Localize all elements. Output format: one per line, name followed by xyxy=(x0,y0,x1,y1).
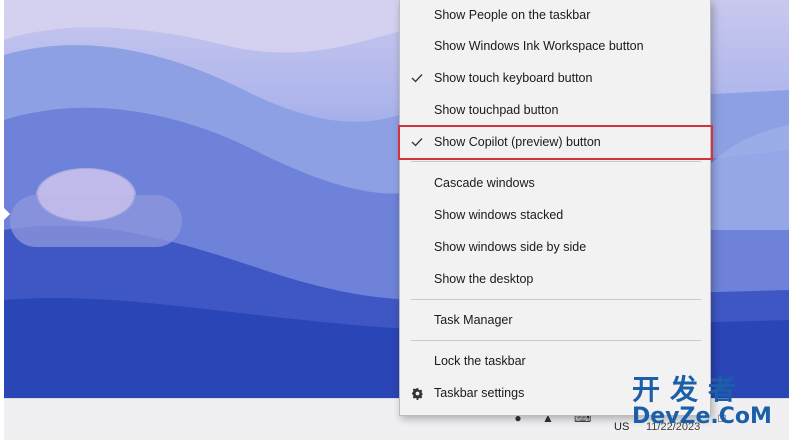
menu-separator xyxy=(411,340,701,341)
menu-item-label: Task Manager xyxy=(434,313,513,327)
menu-item-label: Show touch keyboard button xyxy=(434,71,593,85)
watermark-chinese: 开发者 xyxy=(632,373,747,406)
menu-item-label: Show Copilot (preview) button xyxy=(434,135,601,149)
menu-item-cascade-windows[interactable]: Cascade windows xyxy=(400,168,710,198)
menu-item-label: Show Windows Ink Workspace button xyxy=(434,39,644,53)
desktop-screen: ● ▲ ⌨ US 11/22/2023 □ Show People on the… xyxy=(0,0,789,440)
menu-item-windows-side-by-side[interactable]: Show windows side by side xyxy=(400,232,710,262)
menu-item-label: Taskbar settings xyxy=(434,386,525,400)
menu-item-show-people[interactable]: Show People on the taskbar xyxy=(400,0,710,30)
menu-item-show-touchpad[interactable]: Show touchpad button xyxy=(400,95,710,125)
menu-item-show-ink-workspace[interactable]: Show Windows Ink Workspace button xyxy=(400,31,710,61)
menu-item-show-touch-keyboard[interactable]: Show touch keyboard button xyxy=(400,63,710,93)
watermark-english: DevZe.CoM xyxy=(632,404,772,429)
menu-item-label: Show the desktop xyxy=(434,272,534,286)
menu-item-task-manager[interactable]: Task Manager xyxy=(400,305,710,335)
menu-separator xyxy=(411,161,701,162)
gear-icon xyxy=(410,378,424,408)
menu-item-show-desktop[interactable]: Show the desktop xyxy=(400,264,710,294)
checkmark-icon xyxy=(410,63,424,93)
menu-item-windows-stacked[interactable]: Show windows stacked xyxy=(400,200,710,230)
checkmark-icon xyxy=(410,127,424,157)
menu-item-label: Lock the taskbar xyxy=(434,354,526,368)
menu-separator xyxy=(411,299,701,300)
menu-item-label: Cascade windows xyxy=(434,176,535,190)
menu-item-label: Show touchpad button xyxy=(434,103,559,117)
menu-item-label: Show windows side by side xyxy=(434,240,587,254)
taskbar-context-menu: Show People on the taskbar Show Windows … xyxy=(399,0,711,416)
menu-item-show-copilot[interactable]: Show Copilot (preview) button xyxy=(400,127,710,157)
menu-item-label: Show windows stacked xyxy=(434,208,564,222)
menu-item-label: Show People on the taskbar xyxy=(434,8,591,22)
language-indicator[interactable]: US xyxy=(614,421,629,433)
